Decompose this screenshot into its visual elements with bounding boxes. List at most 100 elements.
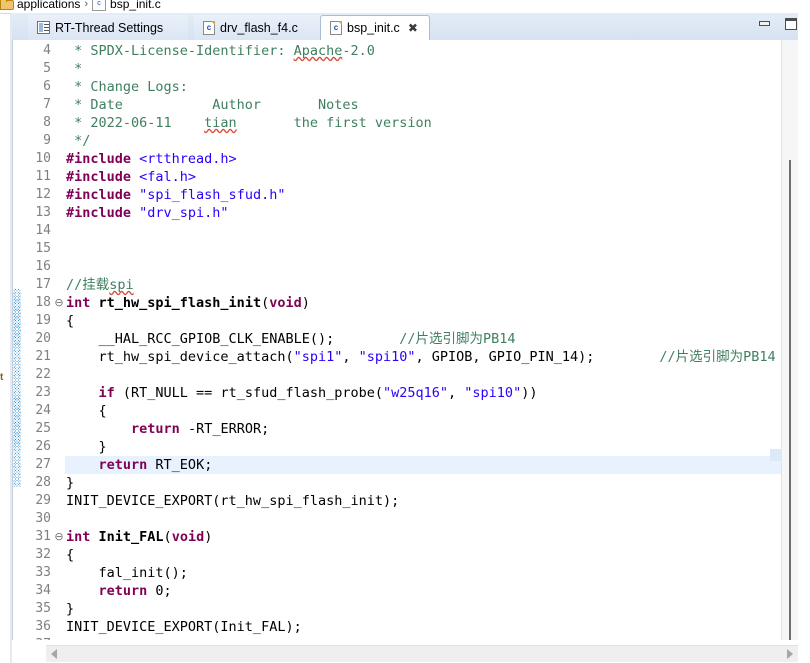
code-line[interactable]: 13 #include "drv_spi.h" (13, 204, 798, 222)
code-line[interactable]: 6 * Change Logs: (13, 78, 798, 96)
code-line[interactable]: 9 */ (13, 132, 798, 150)
code-line[interactable]: 26 } (13, 438, 798, 456)
line-number: 16 (35, 259, 51, 274)
code-line[interactable]: 25 return -RT_ERROR; (13, 420, 798, 438)
code-line[interactable]: 8 * 2022-06-11 tian the first version (13, 114, 798, 132)
line-number: 21 (35, 349, 51, 364)
code-line[interactable]: 23 if (RT_NULL == rt_sfud_flash_probe("w… (13, 384, 798, 402)
code-text: return RT_EOK; (98, 457, 213, 473)
code-line[interactable]: 33 fal_init(); (13, 564, 798, 582)
folder-icon (0, 0, 14, 10)
code-line[interactable]: 32 { (13, 546, 798, 564)
code-line[interactable]: 34 return 0; (13, 582, 798, 600)
code-line[interactable]: 10 #include <rtthread.h> (13, 150, 798, 168)
scroll-left-arrow-icon[interactable] (51, 649, 57, 659)
code-line[interactable]: 22 (13, 366, 798, 384)
line-number: 19 (35, 313, 51, 328)
code-line[interactable]: 18 ⊖ int rt_hw_spi_flash_init(void) (13, 294, 798, 312)
code-text: { (66, 313, 75, 329)
code-line[interactable]: 17 //挂载spi (13, 276, 798, 294)
editor-tab-1[interactable]: c drv_flash_f4.c (194, 15, 320, 40)
line-number: 30 (35, 511, 51, 526)
maximize-button[interactable] (784, 17, 798, 31)
code-line[interactable]: 12 #include "spi_flash_sfud.h" (13, 186, 798, 204)
code-line[interactable]: 5 * (13, 60, 798, 78)
line-number: 25 (35, 421, 51, 436)
line-number: 20 (35, 331, 51, 346)
line-number: 9 (43, 133, 51, 148)
code-line[interactable]: 19 { (13, 312, 798, 330)
line-number: 8 (43, 115, 51, 130)
code-text: #include "drv_spi.h" (66, 205, 229, 221)
code-line[interactable]: 24 { (13, 402, 798, 420)
line-number: 10 (35, 151, 51, 166)
code-line[interactable]: 37 (13, 636, 798, 640)
line-number: 18 (35, 295, 51, 310)
line-number: 27 (35, 457, 51, 472)
line-number: 6 (43, 79, 51, 94)
settings-file-icon (37, 21, 50, 34)
line-number: 13 (35, 205, 51, 220)
line-number: 12 (35, 187, 51, 202)
code-line[interactable]: 30 (13, 510, 798, 528)
line-number: 4 (43, 43, 51, 58)
line-number: 35 (35, 601, 51, 616)
code-text: * 2022-06-11 tian the first version (66, 115, 432, 131)
code-line[interactable]: 35} (13, 600, 798, 618)
code-text: INIT_DEVICE_EXPORT(rt_hw_spi_flash_init)… (66, 493, 400, 509)
code-line[interactable]: 14 (13, 222, 798, 240)
vertical-scrollbar-thumb[interactable] (789, 160, 791, 640)
breadcrumb-file-label[interactable]: bsp_init.c (110, 0, 161, 11)
editor-tab-label: RT-Thread Settings (55, 20, 164, 35)
editor-tab-0[interactable]: RT-Thread Settings (28, 15, 188, 40)
code-line[interactable]: 36 INIT_DEVICE_EXPORT(Init_FAL); (13, 618, 798, 636)
code-text: int Init_FAL(void) (66, 529, 213, 545)
code-text: } (66, 601, 75, 617)
line-number: 37 (21, 636, 51, 640)
editor-tab-label: drv_flash_f4.c (220, 20, 298, 35)
code-line[interactable]: 31 ⊖ int Init_FAL(void) (13, 528, 798, 546)
code-line[interactable]: 21 rt_hw_spi_device_attach("spi1", "spi1… (13, 348, 798, 366)
line-number: 11 (35, 169, 51, 184)
fold-collapse-icon[interactable]: ⊖ (53, 528, 65, 546)
code-line[interactable]: 29 INIT_DEVICE_EXPORT(rt_hw_spi_flash_ini… (13, 492, 798, 510)
breadcrumb-separator: › (84, 0, 89, 10)
breadcrumb: applications › c bsp_init.c (0, 0, 810, 13)
window-controls (758, 17, 798, 31)
code-text: #include "spi_flash_sfud.h" (66, 187, 286, 203)
code-line[interactable]: 20 __HAL_RCC_GPIOB_CLK_ENABLE(); //片选引脚为… (13, 330, 798, 348)
line-number: 29 (35, 493, 51, 508)
horizontal-scrollbar[interactable] (46, 645, 798, 662)
code-content[interactable]: 4 * SPDX-License-Identifier: Apache-2.0 5… (13, 40, 798, 640)
line-number: 26 (35, 439, 51, 454)
minimize-button[interactable] (758, 17, 772, 31)
breadcrumb-folder-label[interactable]: applications (17, 0, 80, 11)
code-line[interactable]: 7 * Date Author Notes (13, 96, 798, 114)
code-text: } (66, 475, 75, 491)
code-line[interactable]: 15 (13, 240, 798, 258)
code-text: int rt_hw_spi_flash_init(void) (66, 295, 310, 311)
line-number: 15 (35, 241, 51, 256)
close-icon[interactable]: ✖ (408, 22, 418, 34)
line-number: 23 (35, 385, 51, 400)
code-text: { (66, 547, 75, 563)
code-text: { (66, 403, 107, 419)
scroll-right-arrow-icon[interactable] (787, 649, 793, 659)
code-text: fal_init(); (66, 565, 188, 581)
code-text: INIT_DEVICE_EXPORT(Init_FAL); (66, 619, 302, 635)
line-number: 7 (43, 97, 51, 112)
code-line[interactable]: 16 (13, 258, 798, 276)
line-number: 5 (43, 61, 51, 76)
line-number: 14 (35, 223, 51, 238)
code-line[interactable]: 11 #include <fal.h> (13, 168, 798, 186)
code-line[interactable]: 27 return RT_EOK; (13, 456, 798, 474)
fold-collapse-icon[interactable]: ⊖ (53, 294, 65, 312)
editor-tab-2[interactable]: c bsp_init.c ✖ (320, 15, 430, 41)
code-text: * Date Author Notes (66, 97, 359, 113)
code-line[interactable]: 28} (13, 474, 798, 492)
code-text: * Change Logs: (66, 79, 188, 95)
code-editor[interactable]: 4 * SPDX-License-Identifier: Apache-2.0 5… (12, 40, 798, 640)
code-text: rt_hw_spi_device_attach("spi1", "spi10",… (66, 349, 776, 365)
code-text: * (66, 61, 83, 77)
code-line[interactable]: 4 * SPDX-License-Identifier: Apache-2.0 (13, 42, 798, 60)
